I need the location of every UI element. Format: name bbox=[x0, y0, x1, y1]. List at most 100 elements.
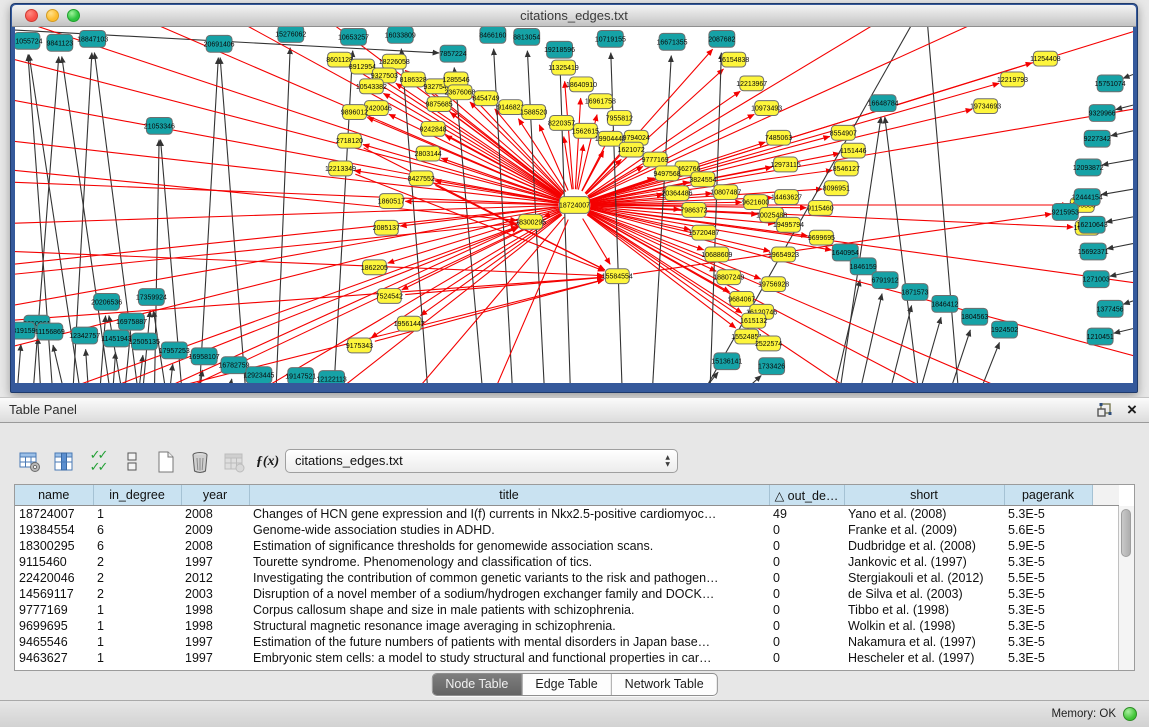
network-node[interactable]: 1377456 bbox=[1097, 300, 1124, 317]
network-node[interactable]: 18640910 bbox=[566, 77, 597, 92]
network-node[interactable]: 3824554 bbox=[689, 172, 716, 187]
network-node[interactable]: 9227342 bbox=[1084, 130, 1111, 147]
network-node[interactable]: 20691406 bbox=[204, 35, 235, 52]
network-node[interactable]: 11451943 bbox=[101, 330, 132, 347]
network-node[interactable]: 1924502 bbox=[991, 321, 1018, 338]
network-node[interactable]: 9242848 bbox=[420, 121, 447, 136]
column-header-name[interactable]: name bbox=[15, 485, 93, 506]
merge-rows-icon[interactable] bbox=[118, 448, 145, 476]
network-node[interactable]: 10807487 bbox=[710, 185, 741, 200]
network-node[interactable]: 2085137 bbox=[373, 220, 400, 235]
network-node[interactable]: 8096951 bbox=[823, 181, 850, 196]
network-node[interactable]: 16154838 bbox=[718, 52, 749, 67]
network-node[interactable]: 12342757 bbox=[69, 327, 100, 344]
network-node[interactable]: 17957253 bbox=[159, 342, 190, 359]
network-node[interactable]: 1862205 bbox=[361, 260, 388, 275]
network-node[interactable]: 21053346 bbox=[144, 117, 175, 134]
network-node[interactable]: 9175343 bbox=[346, 338, 373, 353]
table-row[interactable]: 1938455462009Genome-wide association stu… bbox=[15, 522, 1119, 538]
network-node[interactable]: 15276062 bbox=[275, 27, 306, 42]
network-node[interactable]: 2522574 bbox=[755, 336, 782, 351]
network-node[interactable]: 12213967 bbox=[736, 76, 767, 91]
network-node[interactable]: 9329966 bbox=[1089, 105, 1116, 122]
select-rows-icon[interactable]: ✓✓✓✓ bbox=[84, 448, 111, 476]
network-node[interactable]: 15720487 bbox=[688, 225, 719, 240]
network-node[interactable]: 9497568 bbox=[654, 166, 681, 181]
network-node[interactable]: 1871573 bbox=[901, 284, 928, 301]
network-node[interactable]: 9684067 bbox=[728, 292, 755, 307]
network-node[interactable]: 20364486 bbox=[662, 186, 693, 201]
column-header-out_de[interactable]: △ out_de… bbox=[769, 485, 844, 506]
function-builder-icon[interactable]: ƒ(x) bbox=[254, 448, 281, 476]
network-node[interactable]: 9896012 bbox=[341, 105, 368, 120]
tab-node-table[interactable]: Node Table bbox=[432, 674, 521, 695]
close-panel-icon[interactable]: × bbox=[1123, 401, 1141, 419]
network-node[interactable]: 15692371 bbox=[1078, 243, 1109, 260]
network-node[interactable]: 16648784 bbox=[868, 95, 899, 112]
network-node[interactable]: 1846159 bbox=[850, 258, 877, 275]
minimize-window-icon[interactable] bbox=[46, 9, 59, 22]
network-node[interactable]: 16975887 bbox=[116, 313, 147, 330]
network-node[interactable]: 15584554 bbox=[602, 269, 633, 284]
network-window[interactable]: citations_edges.txt 18724007860112889129… bbox=[10, 3, 1138, 393]
network-node[interactable]: 6791912 bbox=[872, 272, 899, 289]
column-header-year[interactable]: year bbox=[181, 485, 249, 506]
network-node[interactable]: 2087682 bbox=[708, 30, 735, 47]
memory-ok-icon[interactable] bbox=[1123, 707, 1137, 721]
vertical-scrollbar[interactable] bbox=[1118, 506, 1134, 670]
network-node[interactable]: 8554907 bbox=[830, 125, 857, 140]
network-node[interactable]: 19147521 bbox=[285, 368, 316, 383]
network-node[interactable]: 7955812 bbox=[606, 111, 633, 126]
network-node[interactable]: 1733426 bbox=[758, 358, 785, 375]
table-settings-icon[interactable] bbox=[16, 448, 43, 476]
table-row[interactable]: 969969511998Structural magnetic resonanc… bbox=[15, 618, 1119, 634]
network-canvas[interactable]: 1872400786011288912954182260589327503105… bbox=[15, 27, 1133, 383]
table-selector-dropdown[interactable]: citations_edges.txt ▲▼ bbox=[285, 449, 678, 473]
network-node[interactable]: 21055724 bbox=[15, 32, 43, 49]
network-node[interactable]: 12505135 bbox=[129, 333, 160, 350]
network-node[interactable]: 12923445 bbox=[243, 367, 274, 383]
network-node[interactable]: 9215953 bbox=[1052, 204, 1079, 221]
network-node[interactable]: 7986372 bbox=[680, 203, 707, 218]
network-node[interactable]: 12219793 bbox=[997, 72, 1028, 87]
table-row[interactable]: 977716911998Corpus callosum shape and si… bbox=[15, 602, 1119, 618]
network-node[interactable]: 20206536 bbox=[91, 294, 122, 311]
table-row[interactable]: 946362711997Embryonic stem cells: a mode… bbox=[15, 650, 1119, 666]
table-row[interactable]: 2242004622012Investigating the contribut… bbox=[15, 570, 1119, 586]
table-row[interactable]: 1456911722003Disruption of a novel membe… bbox=[15, 586, 1119, 602]
network-node[interactable]: 16782759 bbox=[219, 357, 250, 374]
network-node[interactable]: 9115460 bbox=[807, 201, 834, 216]
zoom-window-icon[interactable] bbox=[67, 9, 80, 22]
network-node[interactable]: 16033809 bbox=[385, 27, 416, 43]
network-node[interactable]: 19495794 bbox=[773, 217, 804, 232]
network-node[interactable]: 8813054 bbox=[513, 28, 540, 45]
table-row[interactable]: 1830029562008Estimation of significance … bbox=[15, 538, 1119, 554]
column-header-short[interactable]: short bbox=[844, 485, 1004, 506]
float-window-icon[interactable] bbox=[1095, 401, 1113, 419]
network-node[interactable]: 10719155 bbox=[595, 30, 626, 47]
network-node[interactable]: 18724007 bbox=[559, 197, 590, 214]
network-node[interactable]: 10653257 bbox=[338, 28, 369, 45]
network-node[interactable]: 16671355 bbox=[657, 33, 688, 50]
network-node[interactable]: 12973115 bbox=[770, 157, 801, 172]
network-node[interactable]: 1151446 bbox=[840, 143, 867, 158]
network-node[interactable]: 2803144 bbox=[415, 146, 442, 161]
network-node[interactable]: 1615132 bbox=[740, 313, 767, 328]
network-node[interactable]: 18847103 bbox=[77, 30, 108, 47]
network-node[interactable]: 8427552 bbox=[408, 171, 435, 186]
network-node[interactable]: 9699695 bbox=[808, 230, 835, 245]
network-node[interactable]: 1621072 bbox=[618, 142, 645, 157]
table-row[interactable]: 1872400712008Changes of HCN gene express… bbox=[15, 506, 1119, 523]
network-node[interactable]: 8466160 bbox=[479, 27, 506, 43]
table-row[interactable]: 911546021997Tourette syndrome. Phenomeno… bbox=[15, 554, 1119, 570]
network-node[interactable]: 10543382 bbox=[356, 79, 387, 94]
network-node[interactable]: 16210643 bbox=[1077, 216, 1108, 233]
network-node[interactable]: 10688609 bbox=[701, 247, 732, 262]
network-node[interactable]: 19734693 bbox=[970, 99, 1001, 114]
new-table-icon[interactable] bbox=[152, 448, 179, 476]
network-node[interactable]: 7857224 bbox=[439, 45, 466, 62]
network-node[interactable]: 12213349 bbox=[325, 161, 356, 176]
network-node[interactable]: 8546127 bbox=[833, 161, 860, 176]
network-node[interactable]: 1588520 bbox=[520, 105, 547, 120]
network-node[interactable]: 16958107 bbox=[189, 348, 220, 365]
